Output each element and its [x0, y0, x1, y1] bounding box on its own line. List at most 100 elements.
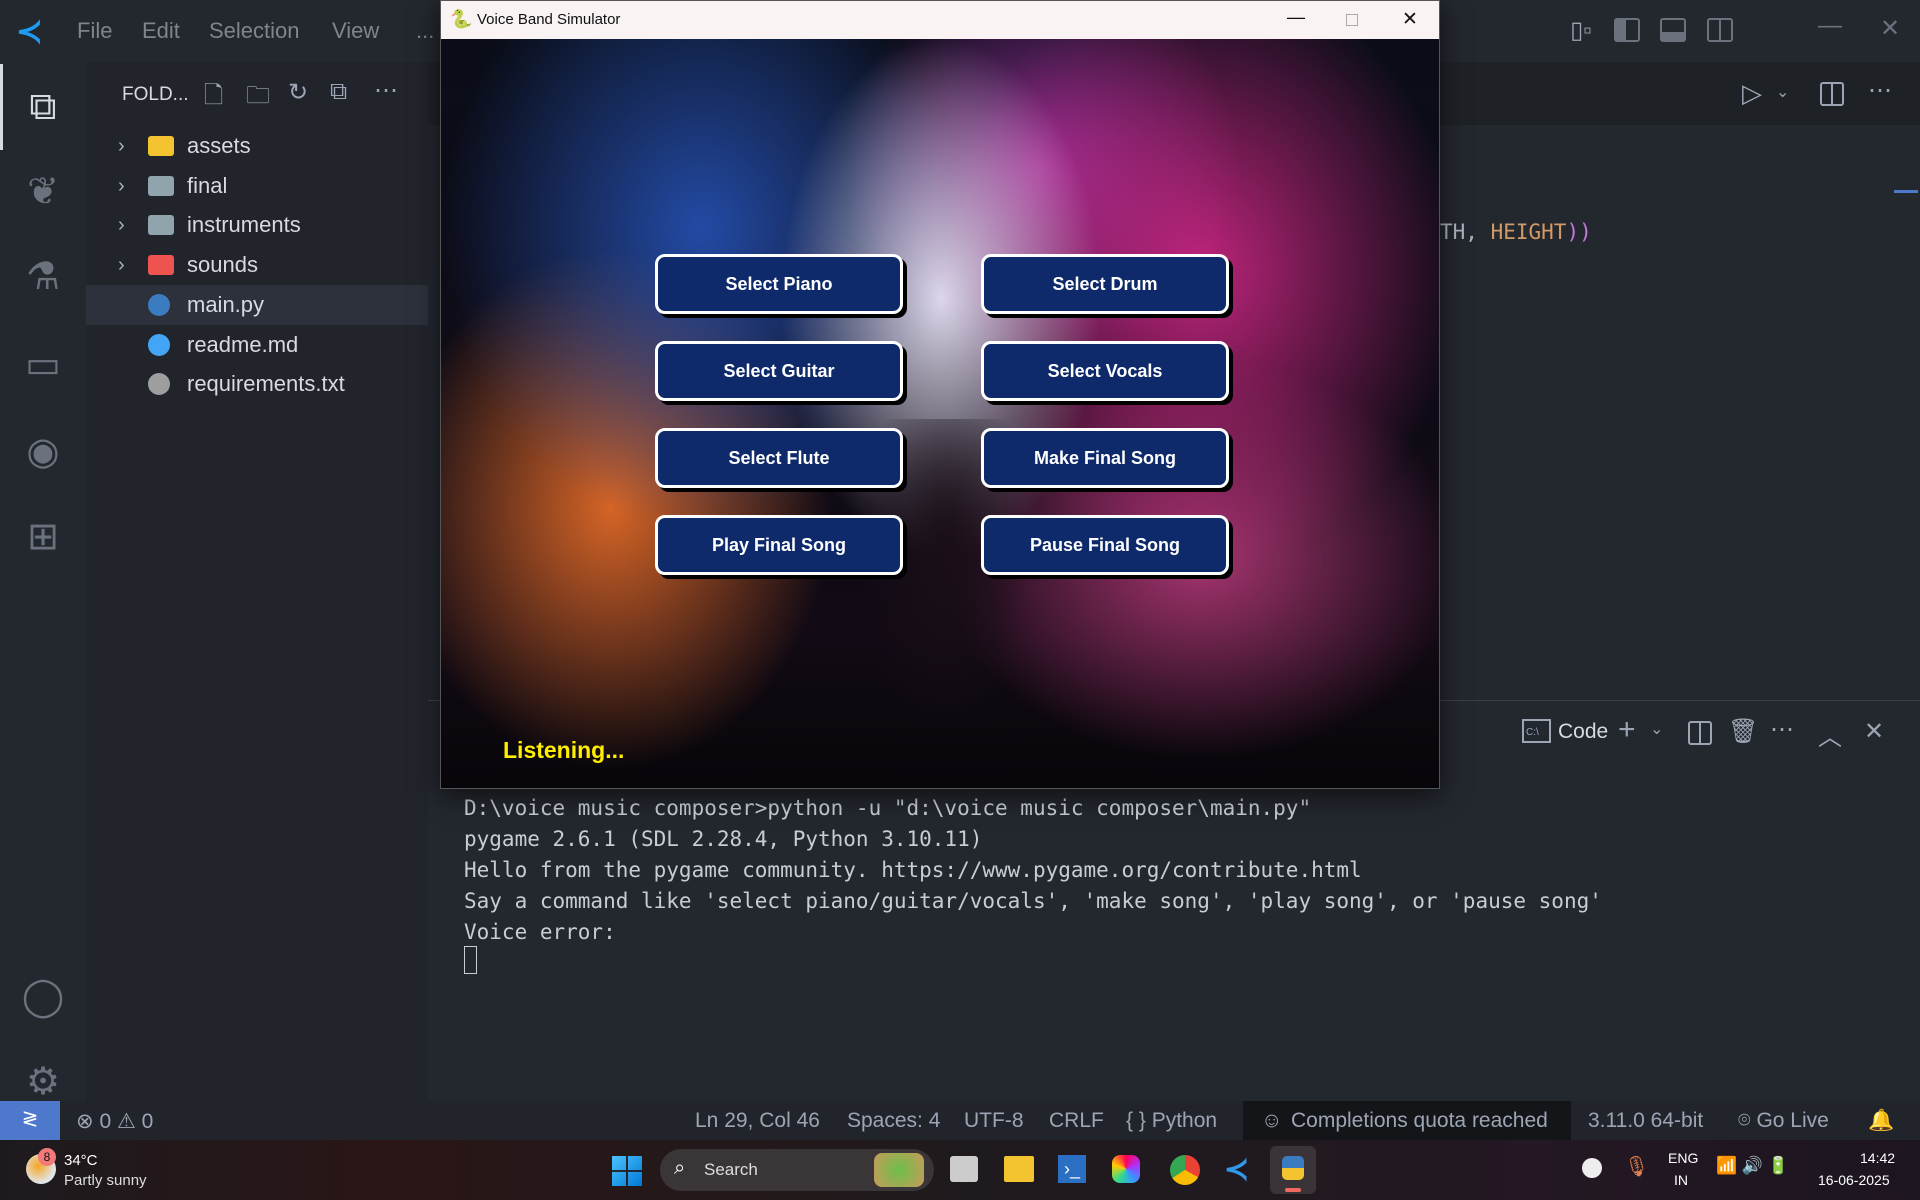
testing-flask-icon[interactable]: ⚗	[18, 252, 68, 302]
start-windows-icon[interactable]	[612, 1156, 642, 1186]
customize-layout-icon[interactable]: ▯▫	[1566, 16, 1596, 45]
terminal-name[interactable]: Code	[1558, 720, 1608, 744]
split-editor-icon[interactable]	[1820, 82, 1844, 106]
task-view-icon[interactable]	[950, 1156, 978, 1182]
toggle-panel-icon[interactable]	[1660, 18, 1686, 42]
vscode-logo-icon: ≺	[16, 13, 43, 49]
copilot-status[interactable]: ☺ Completions quota reached	[1243, 1101, 1571, 1140]
minimize-icon[interactable]: —	[1818, 12, 1842, 40]
button-select-guitar[interactable]: Select Guitar	[655, 341, 903, 401]
encoding[interactable]: UTF-8	[964, 1109, 1024, 1133]
pygame-close-icon[interactable]: ✕	[1402, 8, 1418, 31]
clock-date[interactable]: 16-06-2025	[1818, 1172, 1890, 1188]
button-select-flute[interactable]: Select Flute	[655, 428, 903, 488]
button-select-vocals[interactable]: Select Vocals	[981, 341, 1229, 401]
collapse-all-icon[interactable]: ⧉	[330, 78, 347, 106]
explorer-item-assets[interactable]: › assets	[86, 126, 428, 166]
new-terminal-plus-icon[interactable]: +	[1618, 713, 1636, 747]
problems-count[interactable]: ⊗ 0 ⚠ 0	[76, 1109, 153, 1134]
chrome-icon[interactable]	[1170, 1155, 1200, 1185]
extensions-icon[interactable]: ⊞	[18, 512, 68, 562]
explorer-item-main-py[interactable]: main.py	[86, 284, 428, 325]
notifications-bell-icon[interactable]: 🔔	[1868, 1109, 1894, 1133]
menu-edit[interactable]: Edit	[142, 18, 180, 44]
pygame-snake-icon: 🐍	[450, 9, 473, 29]
clock-time[interactable]: 14:42	[1860, 1150, 1895, 1166]
panel-more-icon[interactable]: ⋯	[1770, 715, 1794, 744]
explorer-sidebar: FOLD... 🗋 🗀 ↻ ⧉ ⋯ › assets › final › instrume…	[86, 62, 428, 1101]
copilot-icon: ☺	[1261, 1109, 1283, 1132]
close-window-icon[interactable]: ✕	[1880, 14, 1900, 43]
settings-gear-icon[interactable]: ⚙	[18, 1057, 68, 1107]
menu-file[interactable]: File	[77, 18, 112, 44]
explorer-item-final[interactable]: › final	[86, 166, 428, 206]
remote-indicator-icon[interactable]: ≷	[0, 1101, 60, 1140]
menu-more[interactable]: ...	[416, 18, 434, 44]
new-file-icon[interactable]: 🗋	[204, 78, 223, 119]
button-play-final-song[interactable]: Play Final Song	[655, 515, 903, 575]
search-icon: ⌕	[674, 1157, 686, 1179]
account-icon[interactable]: ◯	[18, 972, 68, 1022]
pygame-maximize-icon[interactable]	[1346, 14, 1358, 26]
chevron-right-icon: ›	[118, 254, 125, 277]
weather-badge: 8	[38, 1148, 56, 1166]
vscode-taskbar-icon[interactable]: ≺	[1224, 1152, 1249, 1187]
explorer-item-label: main.py	[187, 291, 265, 317]
button-select-drum[interactable]: Select Drum	[981, 254, 1229, 314]
python-taskbar-icon[interactable]	[1270, 1146, 1316, 1194]
language-mode[interactable]: { } Python	[1126, 1109, 1217, 1133]
menu-view[interactable]: View	[332, 18, 379, 44]
line-ending[interactable]: CRLF	[1049, 1109, 1104, 1133]
menu-selection[interactable]: Selection	[209, 18, 300, 44]
taskbar-search[interactable]: ⌕ Search	[660, 1149, 934, 1191]
kill-terminal-trash-icon[interactable]: 🗑	[1728, 717, 1758, 746]
powershell-icon[interactable]: ›_	[1058, 1155, 1086, 1183]
remote-explorer-icon[interactable]: ▭	[18, 340, 68, 390]
copilot-app-icon[interactable]	[1112, 1155, 1140, 1183]
activity-bar: ⧉ ❦ ⚗ ▭ ◉ ⊞ ◯ ⚙	[0, 62, 86, 1103]
cursor-position[interactable]: Ln 29, Col 46	[695, 1109, 820, 1133]
search-label: Search	[704, 1160, 758, 1179]
weather-temp: 34°C	[64, 1152, 98, 1169]
tray-app-icon[interactable]	[1582, 1158, 1602, 1178]
explorer-title: FOLD...	[122, 84, 189, 105]
file-explorer-icon[interactable]	[1004, 1156, 1034, 1182]
maximize-panel-chevron-up-icon[interactable]: ︿	[1818, 717, 1842, 752]
close-panel-icon[interactable]: ✕	[1864, 717, 1884, 746]
terminal-dropdown-chevron-icon[interactable]: ⌄	[1650, 719, 1663, 739]
explorer-item-readme-md[interactable]: readme.md	[86, 325, 428, 365]
terminal-cursor[interactable]	[464, 946, 477, 974]
button-select-piano[interactable]: Select Piano	[655, 254, 903, 314]
explorer-item-instruments[interactable]: › instruments	[86, 205, 428, 245]
python-interpreter[interactable]: 3.11.0 64-bit	[1588, 1109, 1703, 1133]
new-folder-icon[interactable]: 🗀	[246, 78, 270, 119]
editor-more-icon[interactable]: ⋯	[1868, 76, 1892, 105]
refresh-icon[interactable]: ↻	[288, 78, 308, 107]
terminal-line: Say a command like 'select piano/guitar/…	[464, 889, 1602, 913]
region-indicator[interactable]: IN	[1674, 1172, 1688, 1188]
go-live[interactable]: ⌾ Go Live	[1738, 1109, 1829, 1133]
github-icon[interactable]: ◉	[18, 427, 68, 477]
file-icon	[148, 293, 170, 316]
explorer-item-label: assets	[187, 133, 251, 158]
toggle-sidebar-icon[interactable]	[1614, 18, 1640, 42]
split-terminal-icon[interactable]	[1688, 721, 1712, 745]
explorer-item-requirements-txt[interactable]: requirements.txt	[86, 364, 428, 404]
button-make-final-song[interactable]: Make Final Song	[981, 428, 1229, 488]
indentation[interactable]: Spaces: 4	[847, 1109, 940, 1133]
run-dropdown-chevron-icon[interactable]: ⌄	[1776, 82, 1789, 102]
language-indicator[interactable]: ENG	[1668, 1150, 1698, 1166]
wifi-volume-battery-icons[interactable]: 📶 🔊 🔋	[1716, 1156, 1789, 1176]
run-python-icon[interactable]: ▷	[1742, 78, 1762, 109]
terminal-line: Hello from the pygame community. https:/…	[464, 858, 1362, 882]
mongodb-leaf-icon[interactable]: ❦	[18, 167, 68, 217]
more-actions-icon[interactable]: ⋯	[374, 76, 398, 105]
toggle-secondary-sidebar-icon[interactable]	[1707, 18, 1733, 42]
pygame-minimize-icon[interactable]: —	[1287, 7, 1305, 28]
microphone-icon[interactable]: 🎙	[1624, 1154, 1649, 1179]
button-pause-final-song[interactable]: Pause Final Song	[981, 515, 1229, 575]
status-bar: ≷ ⊗ 0 ⚠ 0 Ln 29, Col 46 Spaces: 4 UTF-8 …	[0, 1101, 1920, 1140]
explorer-icon[interactable]: ⧉	[18, 82, 68, 132]
explorer-item-sounds[interactable]: › sounds	[86, 245, 428, 285]
terminal-line: pygame 2.6.1 (SDL 2.28.4, Python 3.10.11…	[464, 827, 983, 851]
